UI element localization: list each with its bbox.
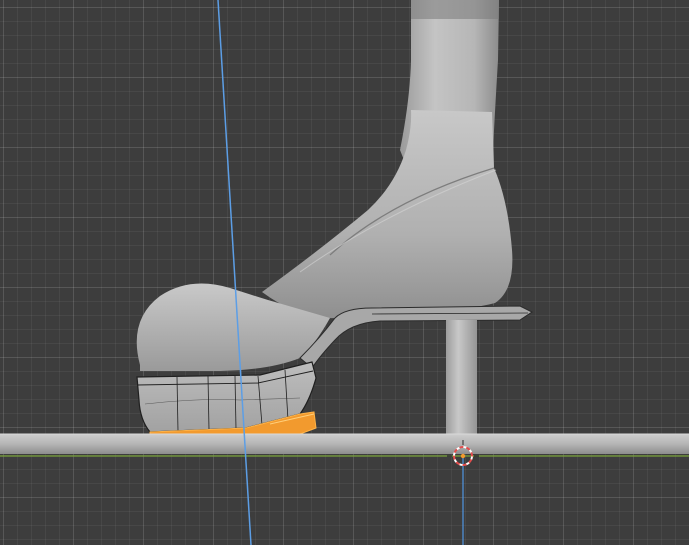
ground-bar-mesh[interactable] (0, 434, 689, 454)
leg-top-shade (411, 0, 499, 19)
3d-viewport[interactable] (0, 0, 689, 545)
viewport-scene[interactable] (0, 0, 689, 545)
view-axis-line (217, 0, 252, 545)
heel-mesh[interactable] (446, 320, 477, 436)
